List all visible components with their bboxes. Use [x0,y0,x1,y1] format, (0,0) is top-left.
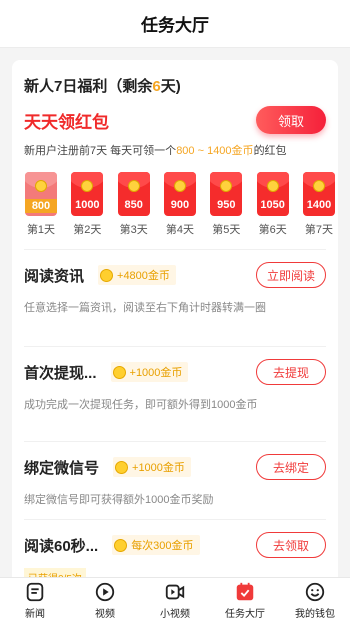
task-name: 阅读资讯 [24,267,85,285]
claim-button[interactable]: 领取 [256,106,326,134]
reward-badge: +4800金币 [98,265,176,285]
day-item[interactable]: 1400 第7天 [300,172,338,237]
red-packet-title: 天天领红包 [24,112,109,132]
red-envelope-icon: 1400 [302,172,335,216]
envelope-amount: 850 [124,199,143,211]
task-read-60s: 阅读60秒... 每次300金币 去领取 已获得0/5次 [24,519,326,577]
tab-label: 任务大厅 [225,609,265,620]
envelope-amount: 900 [170,199,190,211]
page-title: 任务大厅 [141,16,209,35]
task-read-news: 阅读资讯 +4800金币 立即阅读 任意选择一篇资讯，阅读至右下角计时器转满一圈 [24,249,326,346]
task-hall-icon [236,582,254,601]
task-name: 绑定微信号 [24,459,100,477]
wallet-icon [305,582,325,602]
day-item[interactable]: 850 第3天 [115,172,153,237]
day-label: 第3天 [119,224,148,236]
bonus-title-suffix: 天) [160,78,181,95]
day-label: 第6天 [258,224,287,236]
task-content[interactable]: 新人7日福利（剩余6天) 天天领红包 领取 新用户注册前7天 每天可领一个800… [0,48,350,577]
day-label: 第2天 [73,224,102,236]
task-description: 绑定微信号即可获得额外1000金币奖励 [24,494,214,506]
reward-badge: 每次300金币 [112,535,200,555]
bottom-tab-bar: 新闻 视频 小视频 任务大厅 我的钱包 [0,577,350,623]
day-item[interactable]: 800 第1天 [22,172,60,237]
tab-task-hall[interactable]: 任务大厅 [210,578,280,623]
reward-text: +1000金币 [129,367,183,379]
tab-label: 小视频 [160,609,190,620]
withdraw-button[interactable]: 去提现 [256,359,326,385]
day-label: 第7天 [304,224,334,236]
video-icon [95,582,115,602]
envelope-amount: 950 [217,199,236,211]
task-bind-wechat: 绑定微信号 +1000金币 去绑定 绑定微信号即可获得额外1000金币奖励 [24,441,326,519]
day-item[interactable]: 1000 第2天 [68,172,106,237]
tab-label: 视频 [95,609,115,620]
task-description: 任意选择一篇资讯，阅读至右下角计时器转满一圈 [24,302,266,314]
red-envelope-icon: 1050 [256,172,289,216]
desc-highlight: 800 ~ 1400金币 [176,145,254,157]
envelope-amount: 800 [25,199,57,213]
coin-icon [112,365,126,379]
bonus-title-prefix: 新人7日福利（剩余 [24,78,153,95]
envelope-amount: 1000 [75,199,100,211]
red-envelope-icon: 950 [210,172,243,216]
task-name: 首次提现... [24,364,97,382]
red-envelope-icon: 800 [25,172,57,216]
read-now-button[interactable]: 立即阅读 [256,262,326,288]
red-packet-days: 800 第1天 1000 第2天 850 第3天 900 第4天 950 第5天… [22,172,338,237]
reward-badge: +1000金币 [113,457,191,477]
coin-icon [100,268,114,282]
progress-tag: 已获得0/5次 [24,568,86,577]
day-item[interactable]: 1050 第6天 [254,172,292,237]
news-icon [26,582,44,602]
newbie-bonus-title: 新人7日福利（剩余6天) [24,75,326,96]
tab-wallet[interactable]: 我的钱包 [280,578,350,623]
tab-video[interactable]: 视频 [70,578,140,623]
reward-text: +1000金币 [132,462,185,474]
envelope-amount: 1400 [306,199,332,211]
red-envelope-icon: 1000 [71,172,104,216]
remaining-days: 6 [152,78,161,95]
reward-badge: +1000金币 [110,362,189,382]
day-item[interactable]: 900 第4天 [161,172,199,237]
tab-short-video[interactable]: 小视频 [140,578,210,623]
desc-prefix: 新用户注册前7天 每天可领一个 [24,145,177,157]
top-bar: 任务大厅 [0,0,350,48]
coin-icon [115,460,129,474]
desc-suffix: 的红包 [253,145,287,157]
red-packet-header: 天天领红包 领取 [24,106,326,134]
day-label: 第1天 [26,224,56,236]
red-envelope-icon: 900 [163,172,196,216]
coin-icon [114,538,128,552]
bind-wechat-button[interactable]: 去绑定 [256,454,326,480]
task-description: 成功完成一次提现任务，即可额外得到1000金币 [24,399,258,411]
day-label: 第4天 [165,224,195,236]
day-label: 第5天 [212,224,241,236]
short-video-icon [165,584,185,600]
tab-news[interactable]: 新闻 [0,578,70,623]
tab-label: 我的钱包 [295,609,335,620]
envelope-amount: 1050 [260,199,285,211]
day-item[interactable]: 950 第5天 [207,172,245,237]
task-name: 阅读60秒... [24,537,99,555]
reward-text: 每次300金币 [131,540,194,552]
collect-button[interactable]: 去领取 [256,532,326,558]
task-card: 新人7日福利（剩余6天) 天天领红包 领取 新用户注册前7天 每天可领一个800… [12,60,338,577]
reward-text: +4800金币 [117,270,170,282]
task-first-withdraw: 首次提现... +1000金币 去提现 成功完成一次提现任务，即可额外得到100… [24,346,326,441]
tab-label: 新闻 [25,609,45,620]
red-packet-description: 新用户注册前7天 每天可领一个800 ~ 1400金币的红包 [24,142,326,158]
red-envelope-icon: 850 [117,172,150,216]
